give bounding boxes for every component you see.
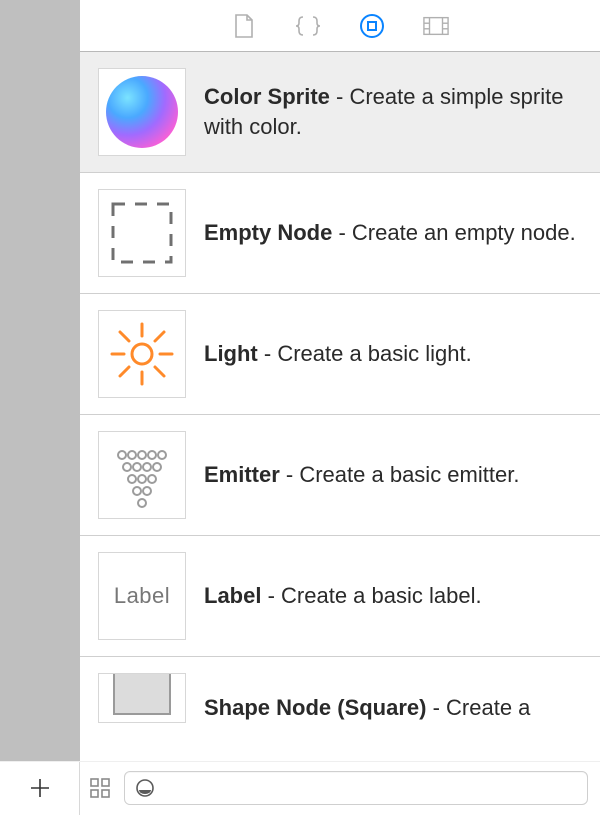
label-icon: Label xyxy=(114,583,170,609)
item-text: Empty Node - Create an empty node. xyxy=(204,218,576,248)
light-icon xyxy=(106,318,178,390)
library-item-label[interactable]: Label Label - Create a basic label. xyxy=(80,536,600,657)
filter-scope-icon xyxy=(135,778,155,798)
item-title: Label xyxy=(204,583,261,608)
item-desc: - Create a basic light. xyxy=(258,341,472,366)
thumb-shape-square xyxy=(98,673,186,723)
thumb-color-sprite xyxy=(98,68,186,156)
item-desc: - Create an empty node. xyxy=(332,220,575,245)
item-title: Empty Node xyxy=(204,220,332,245)
library-item-light[interactable]: Light - Create a basic light. xyxy=(80,294,600,415)
left-gutter xyxy=(0,0,80,761)
item-text: Label - Create a basic label. xyxy=(204,581,482,611)
view-grid-button[interactable] xyxy=(80,777,120,799)
tab-media[interactable] xyxy=(423,13,449,39)
search-wrap xyxy=(120,771,600,805)
square-icon xyxy=(106,673,178,722)
library-toolbar xyxy=(80,0,600,52)
thumb-empty-node xyxy=(98,189,186,277)
library-item-shape-node-square[interactable]: Shape Node (Square) - Create a xyxy=(80,657,600,723)
thumb-label: Label xyxy=(98,552,186,640)
filter-input[interactable] xyxy=(124,771,588,805)
tab-braces[interactable] xyxy=(295,13,321,39)
item-text: Emitter - Create a basic emitter. xyxy=(204,460,519,490)
tab-object[interactable] xyxy=(359,13,385,39)
emitter-icon xyxy=(106,439,178,511)
add-button[interactable] xyxy=(0,762,80,815)
item-title: Color Sprite xyxy=(204,84,330,109)
braces-icon xyxy=(295,15,321,37)
item-desc: - Create a basic label. xyxy=(261,583,481,608)
item-title: Emitter xyxy=(204,462,280,487)
media-icon xyxy=(423,15,449,37)
item-title: Shape Node (Square) xyxy=(204,695,426,720)
tab-file[interactable] xyxy=(231,13,257,39)
thumb-emitter xyxy=(98,431,186,519)
file-icon xyxy=(233,13,255,39)
object-library-list: Color Sprite - Create a simple sprite wi… xyxy=(80,52,600,761)
object-icon xyxy=(359,13,385,39)
library-item-empty-node[interactable]: Empty Node - Create an empty node. xyxy=(80,173,600,294)
item-title: Light xyxy=(204,341,258,366)
library-item-emitter[interactable]: Emitter - Create a basic emitter. xyxy=(80,415,600,536)
item-text: Shape Node (Square) - Create a xyxy=(204,693,530,723)
item-desc: - Create a xyxy=(426,695,530,720)
thumb-light xyxy=(98,310,186,398)
bottom-bar xyxy=(0,761,600,814)
item-text: Color Sprite - Create a simple sprite wi… xyxy=(204,82,582,141)
grid-icon xyxy=(89,777,111,799)
color-sprite-icon xyxy=(103,73,181,151)
plus-icon xyxy=(28,776,52,800)
library-item-color-sprite[interactable]: Color Sprite - Create a simple sprite wi… xyxy=(80,52,600,173)
item-desc: - Create a basic emitter. xyxy=(280,462,520,487)
empty-node-icon xyxy=(107,198,177,268)
item-text: Light - Create a basic light. xyxy=(204,339,472,369)
